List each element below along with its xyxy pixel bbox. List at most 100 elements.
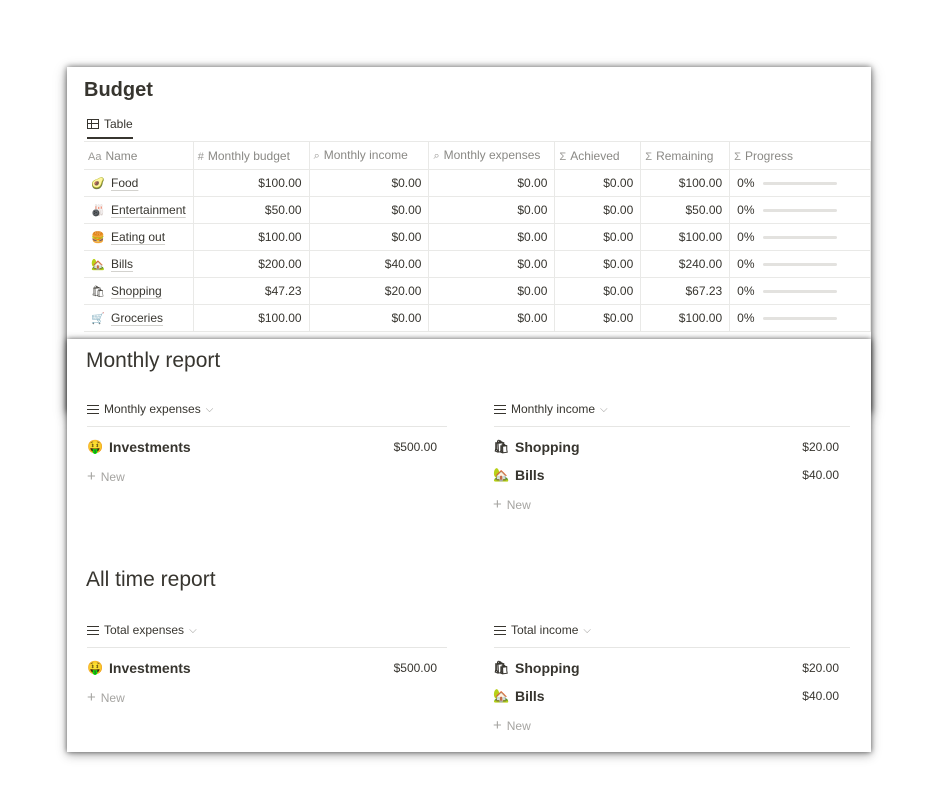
cell-remaining[interactable]: $100.00 (640, 223, 731, 251)
column-header-remaining[interactable]: Σ Remaining (640, 141, 731, 170)
list-item[interactable]: 🛍 Shopping $20.00 (493, 439, 839, 455)
cell-monthly-income[interactable]: $0.00 (308, 223, 430, 251)
cell-remaining[interactable]: $240.00 (640, 250, 731, 278)
cell-achieved[interactable]: $0.00 (554, 196, 642, 224)
chevron-down-icon: ⌵ (600, 403, 608, 415)
cell-monthly-budget[interactable]: $100.00 (192, 169, 310, 197)
list-item[interactable]: 🤑 Investments $500.00 (87, 439, 437, 455)
item-amount: $500.00 (393, 661, 437, 675)
cell-monthly-budget[interactable]: $50.00 (192, 196, 310, 224)
row-name[interactable]: Eating out (111, 230, 165, 244)
progress-bar (762, 262, 837, 266)
cell-achieved[interactable]: $0.00 (554, 169, 642, 197)
plus-icon: + (87, 689, 96, 706)
cell-progress[interactable]: 0% (729, 169, 871, 197)
column-label: Remaining (656, 148, 714, 163)
number-property-icon: # (197, 150, 204, 163)
cell-monthly-expenses[interactable]: $0.00 (428, 277, 556, 305)
new-item-button[interactable]: + New (493, 717, 531, 734)
cell-name[interactable]: 🛒 Groceries (84, 304, 194, 332)
item-name[interactable]: Bills (515, 688, 545, 704)
new-label: New (506, 497, 531, 512)
cell-monthly-income[interactable]: $0.00 (308, 304, 430, 332)
page-title[interactable]: Budget (84, 79, 153, 102)
column-header-monthly-income[interactable]: ⌕ Monthly income (308, 141, 430, 170)
cell-remaining[interactable]: $50.00 (640, 196, 731, 224)
cell-monthly-expenses[interactable]: $0.00 (428, 169, 556, 197)
cell-name[interactable]: 🏡 Bills (84, 250, 194, 278)
list-view-label: Monthly expenses (104, 402, 201, 416)
column-header-monthly-budget[interactable]: # Monthly budget (192, 141, 310, 170)
item-name[interactable]: Shopping (515, 660, 580, 676)
cell-progress[interactable]: 0% (729, 250, 871, 278)
cell-monthly-income[interactable]: $0.00 (308, 169, 430, 197)
cell-name[interactable]: 🎳 Entertainment (84, 196, 194, 224)
cell-progress[interactable]: 0% (729, 277, 871, 305)
row-name[interactable]: Shopping (111, 284, 162, 298)
new-item-button[interactable]: + New (493, 496, 531, 513)
cell-monthly-income[interactable]: $40.00 (308, 250, 430, 278)
cell-remaining[interactable]: $100.00 (640, 304, 731, 332)
tab-table-view[interactable]: Table (87, 117, 133, 139)
row-name[interactable]: Groceries (111, 311, 163, 325)
item-name[interactable]: Investments (109, 660, 191, 676)
chevron-down-icon: ⌵ (205, 403, 214, 415)
column-header-monthly-expenses[interactable]: ⌕ Monthly expenses (428, 141, 556, 170)
cell-name[interactable]: 🥑 Food (84, 169, 194, 197)
cell-progress[interactable]: 0% (729, 304, 871, 332)
list-item[interactable]: 🏡 Bills $40.00 (493, 688, 839, 704)
row-name[interactable]: Food (111, 176, 138, 190)
cell-achieved[interactable]: $0.00 (554, 250, 642, 278)
item-emoji-icon: 🏡 (493, 467, 510, 482)
cell-achieved[interactable]: $0.00 (554, 304, 642, 332)
row-name[interactable]: Bills (111, 257, 133, 271)
table-row[interactable]: 🥑 Food $100.00 $0.00 $0.00 $0.00 $100.00 0% (84, 169, 871, 197)
category-emoji-icon: 🛒 (91, 312, 105, 325)
monthly-income-view-toggle[interactable]: Monthly income ⌵ (494, 402, 850, 427)
total-income-view-toggle[interactable]: Total income ⌵ (494, 623, 850, 648)
new-label: New (100, 690, 125, 705)
item-emoji-icon: 🏡 (493, 688, 510, 703)
list-item[interactable]: 🤑 Investments $500.00 (87, 660, 437, 676)
column-header-name[interactable]: Aa Name (84, 141, 194, 170)
cell-remaining[interactable]: $67.23 (640, 277, 731, 305)
list-item[interactable]: 🏡 Bills $40.00 (493, 467, 839, 483)
item-name[interactable]: Shopping (515, 439, 580, 455)
cell-monthly-expenses[interactable]: $0.00 (428, 223, 556, 251)
cell-achieved[interactable]: $0.00 (554, 277, 642, 305)
table-row[interactable]: 🛍 Shopping $47.23 $20.00 $0.00 $0.00 $67.23 0% (84, 277, 871, 305)
total-expenses-view-toggle[interactable]: Total expenses ⌵ (87, 623, 447, 648)
cell-monthly-income[interactable]: $20.00 (308, 277, 430, 305)
cell-monthly-expenses[interactable]: $0.00 (428, 250, 556, 278)
cell-monthly-expenses[interactable]: $0.00 (428, 304, 556, 332)
column-header-achieved[interactable]: Σ Achieved (554, 141, 642, 170)
cell-remaining[interactable]: $100.00 (640, 169, 731, 197)
cell-name[interactable]: 🍔 Eating out (84, 223, 194, 251)
cell-monthly-budget[interactable]: $100.00 (192, 223, 310, 251)
table-row[interactable]: 🍔 Eating out $100.00 $0.00 $0.00 $0.00 $100.00… (84, 223, 871, 251)
row-name[interactable]: Entertainment (111, 203, 186, 217)
monthly-expenses-view-toggle[interactable]: Monthly expenses ⌵ (87, 402, 447, 427)
rollup-search-icon: ⌕ (433, 150, 440, 162)
cell-monthly-budget[interactable]: $200.00 (192, 250, 310, 278)
cell-monthly-budget[interactable]: $47.23 (192, 277, 310, 305)
cell-monthly-expenses[interactable]: $0.00 (428, 196, 556, 224)
list-item[interactable]: 🛍 Shopping $20.00 (493, 660, 839, 676)
cell-achieved[interactable]: $0.00 (554, 223, 642, 251)
cell-progress[interactable]: 0% (729, 196, 871, 224)
cell-progress[interactable]: 0% (729, 223, 871, 251)
table-row[interactable]: 🛒 Groceries $100.00 $0.00 $0.00 $0.00 $100.00 0… (84, 304, 871, 332)
item-name[interactable]: Bills (515, 467, 545, 483)
cell-name[interactable]: 🛍 Shopping (84, 277, 194, 305)
table-row[interactable]: 🏡 Bills $200.00 $40.00 $0.00 $0.00 $240.00 0% (84, 250, 871, 278)
column-label: Progress (744, 148, 794, 163)
table-row[interactable]: 🎳 Entertainment $50.00 $0.00 $0.00 $0.00 $50.0… (84, 196, 871, 224)
item-name[interactable]: Investments (109, 439, 191, 455)
column-header-progress[interactable]: Σ Progress (729, 141, 871, 170)
category-emoji-icon: 🍔 (91, 231, 105, 244)
new-item-button[interactable]: + New (87, 468, 125, 485)
cell-monthly-income[interactable]: $0.00 (308, 196, 430, 224)
progress-bar (762, 208, 837, 212)
new-item-button[interactable]: + New (87, 689, 125, 706)
cell-monthly-budget[interactable]: $100.00 (192, 304, 310, 332)
